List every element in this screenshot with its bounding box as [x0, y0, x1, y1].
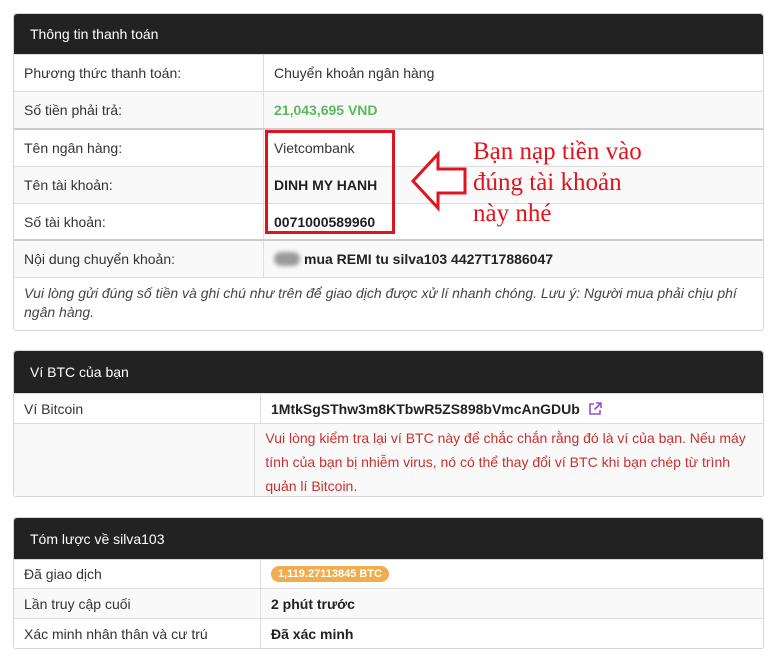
verification-label: Xác minh nhân thân và cư trú [14, 619, 261, 648]
payment-note: Vui lòng gửi đúng số tiền và ghi chú như… [14, 277, 763, 330]
transfer-content-row: Nội dung chuyển khoản: mua REMI tu silva… [14, 239, 763, 277]
traded-cell: 1,119.27113845 BTC [261, 560, 399, 588]
wallet-panel-title: Ví BTC của bạn [14, 351, 763, 393]
payment-method-row: Phương thức thanh toán: Chuyển khoản ngâ… [14, 54, 763, 91]
redacted-mark [274, 252, 300, 266]
annotation-text: Bạn nạp tiền vào đúng tài khoản này nhé [473, 136, 642, 229]
summary-panel-title: Tóm lược về silva103 [14, 518, 763, 559]
transfer-content-label: Nội dung chuyển khoản: [14, 241, 264, 277]
wallet-address-cell: 1MtkSgSThw3m8KTbwR5ZS898bVmcAnGDUb [261, 394, 612, 423]
wallet-warning-row: Vui lòng kiểm tra lại ví BTC này để chắc… [14, 423, 763, 496]
last-seen-row: Lần truy cập cuối 2 phút trước [14, 588, 763, 618]
wallet-warning: Vui lòng kiểm tra lại ví BTC này để chắc… [265, 430, 746, 494]
external-link-icon[interactable] [588, 401, 602, 416]
wallet-panel: Ví BTC của bạn Ví Bitcoin 1MtkSgSThw3m8K… [13, 350, 764, 497]
transfer-content-cell: mua REMI tu silva103 4427T17886047 [264, 241, 563, 277]
traded-badge: 1,119.27113845 BTC [271, 566, 389, 582]
account-name-label: Tên tài khoản: [14, 167, 264, 203]
annotation-line-1: Bạn nạp tiền vào [473, 138, 642, 165]
annotation-line-3: này nhé [473, 200, 552, 227]
wallet-address-row: Ví Bitcoin 1MtkSgSThw3m8KTbwR5ZS898bVmcA… [14, 393, 763, 423]
payment-method-label: Phương thức thanh toán: [14, 55, 264, 91]
verification-value: Đã xác minh [271, 625, 354, 642]
summary-panel: Tóm lược về silva103 Đã giao dịch 1,119.… [13, 517, 764, 649]
wallet-warning-spacer [14, 424, 256, 496]
amount-row: Số tiền phải trả: 21,043,695 VND [14, 91, 763, 128]
traded-row: Đã giao dịch 1,119.27113845 BTC [14, 559, 763, 588]
annotation-line-2: đúng tài khoản [473, 169, 622, 196]
account-number-label: Số tài khoản: [14, 204, 264, 239]
amount-value: 21,043,695 VND [274, 102, 378, 118]
bank-name-label: Tên ngân hàng: [14, 130, 264, 166]
wallet-address-value: 1MtkSgSThw3m8KTbwR5ZS898bVmcAnGDUb [271, 400, 580, 417]
last-seen-label: Lần truy cập cuối [14, 589, 261, 618]
wallet-address-label: Ví Bitcoin [14, 394, 261, 423]
highlight-box [265, 130, 395, 234]
left-arrow-icon [410, 150, 467, 212]
transfer-content-value: mua REMI tu silva103 4427T17886047 [304, 251, 554, 267]
amount-label: Số tiền phải trả: [14, 92, 264, 128]
payment-panel-title: Thông tin thanh toán [14, 14, 763, 54]
verification-row: Xác minh nhân thân và cư trú Đã xác minh [14, 618, 763, 648]
last-seen-value: 2 phút trước [271, 595, 355, 612]
payment-method-value: Chuyển khoản ngân hàng [274, 65, 435, 81]
traded-label: Đã giao dịch [14, 560, 261, 588]
